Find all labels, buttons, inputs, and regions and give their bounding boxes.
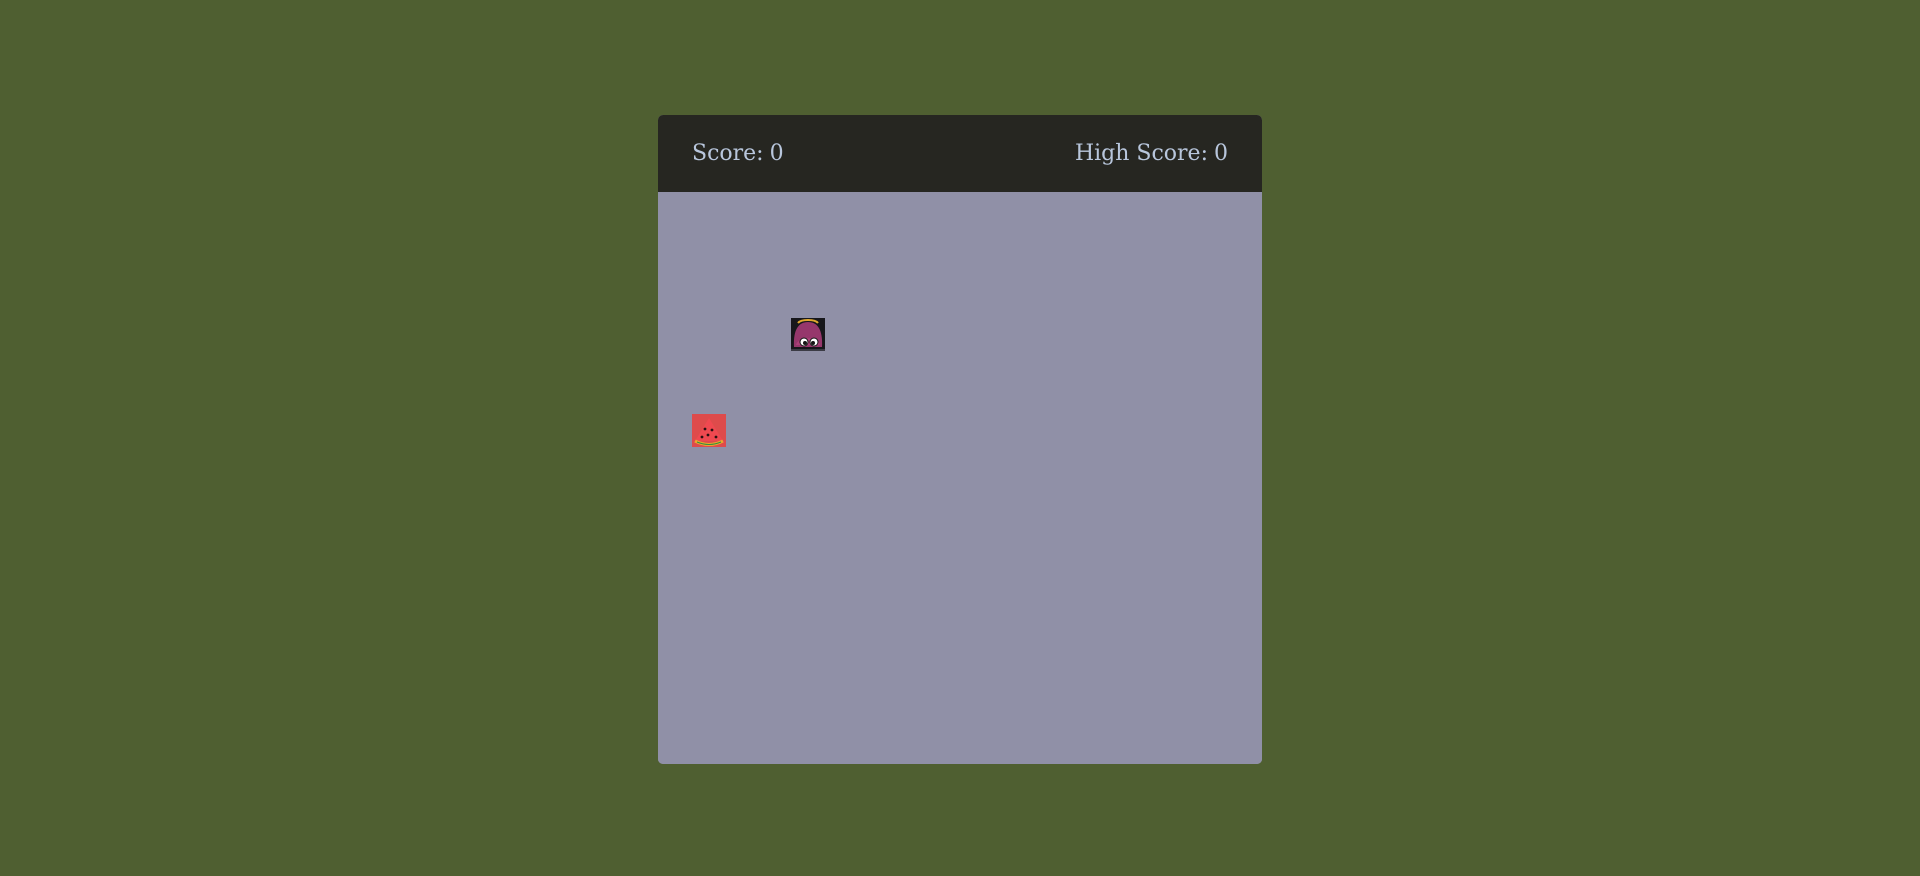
score-label: Score: <box>692 141 764 166</box>
current-score: Score: 0 <box>692 141 784 166</box>
score-header: Score: 0 High Score: 0 <box>658 115 1262 192</box>
high-score: High Score: 0 <box>1075 141 1228 166</box>
snake-game-container: Score: 0 High Score: 0 <box>658 115 1262 764</box>
high-score-value: 0 <box>1214 141 1228 166</box>
score-value: 0 <box>769 141 784 166</box>
play-board[interactable] <box>658 192 1262 764</box>
high-score-label: High Score: <box>1074 141 1208 166</box>
food-icon <box>692 414 726 447</box>
snake-head-icon <box>791 318 825 351</box>
